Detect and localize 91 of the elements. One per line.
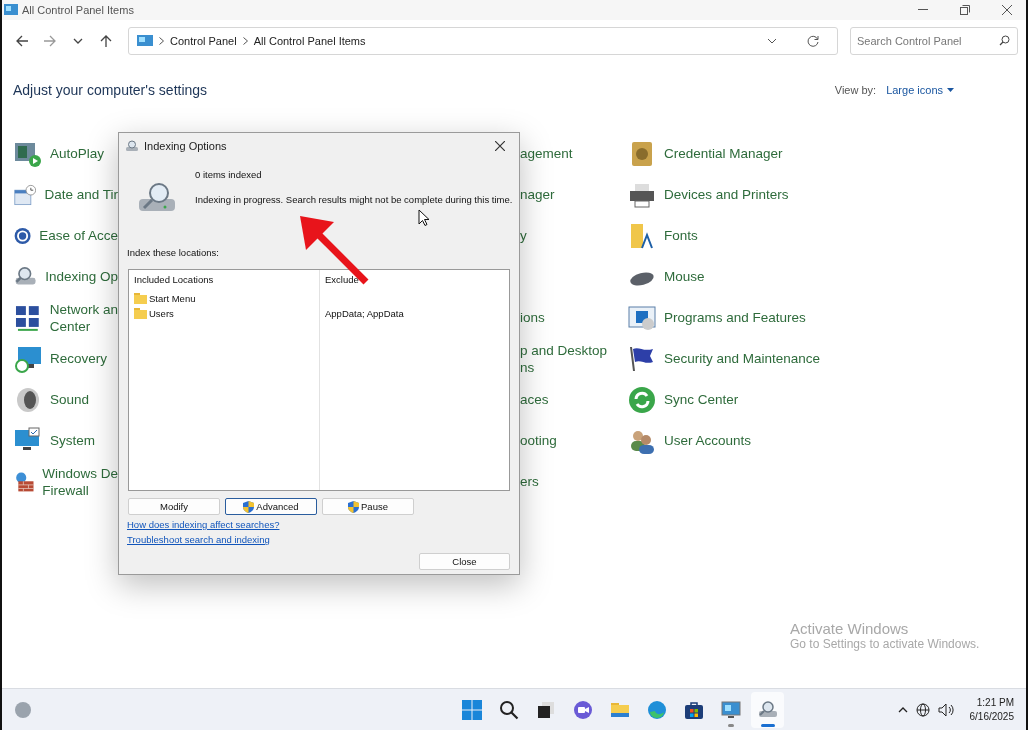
folder-icon	[134, 307, 147, 319]
control-panel-icon	[137, 34, 153, 48]
control-panel-item[interactable]: ooting	[520, 432, 557, 449]
chevron-down-icon	[767, 38, 777, 44]
control-panel-item[interactable]: System	[50, 432, 95, 449]
control-panel-item[interactable]: Mouse	[664, 268, 705, 285]
dialog-button[interactable]: Pause	[322, 498, 414, 515]
control-panel-item[interactable]: Devices and Printers	[664, 186, 789, 203]
dialog-button[interactable]: Advanced	[225, 498, 317, 515]
caret-icon	[947, 88, 954, 92]
chevron-right-icon	[159, 37, 164, 45]
view-by-dropdown[interactable]: Large icons	[886, 84, 954, 96]
locations-label: Index these locations:	[127, 247, 220, 258]
chat-icon	[572, 699, 593, 720]
indexing-status: Indexing in progress. Search results might not be complete during this time.	[195, 194, 513, 205]
address-bar[interactable]: Control Panel All Control Panel Items	[128, 27, 838, 55]
control-panel-icon	[4, 3, 18, 17]
drive-search-icon	[125, 140, 139, 152]
clock-date: 6/16/2025	[969, 709, 1014, 724]
control-panel-item[interactable]: Sync Center	[664, 391, 739, 408]
control-panel-item[interactable]: Security and Maintenance	[664, 350, 821, 367]
refresh-icon	[807, 35, 819, 47]
shield-icon	[243, 500, 255, 513]
close-dialog-button[interactable]: Close	[419, 553, 510, 570]
activation-title: Activate Windows	[790, 620, 910, 637]
control-panel-item[interactable]: Windows De Firewall	[42, 464, 118, 499]
chevron-down-icon	[73, 38, 83, 44]
programs-icon	[628, 303, 656, 332]
folder-icon	[134, 292, 147, 304]
clock[interactable]: 1:21 PM 6/16/2025	[969, 695, 1014, 724]
control-panel-item[interactable]: ers	[520, 473, 539, 490]
excluded-folders: AppData; AppData	[325, 306, 405, 320]
control-panel-item[interactable]: Indexing Op	[45, 268, 118, 285]
breadcrumb[interactable]: All Control Panel Items	[253, 35, 366, 47]
back-arrow-icon	[16, 35, 28, 47]
sync-icon	[628, 385, 656, 414]
control-panel-item[interactable]: Recovery	[50, 350, 108, 367]
control-panel-item[interactable]: Network an Center	[49, 300, 118, 335]
view-by-label: View by:	[834, 84, 877, 96]
control-panel-item[interactable]: User Accounts	[664, 432, 752, 449]
activation-message: Go to Settings to activate Windows.	[790, 637, 980, 651]
network-icon	[14, 303, 42, 332]
help-link[interactable]: How does indexing affect searches?	[127, 519, 280, 530]
dialog-title: Indexing Options	[144, 140, 228, 152]
windows-start-icon	[461, 699, 482, 720]
control-panel-item[interactable]: nager	[520, 186, 555, 203]
dialog-button[interactable]: Modify	[128, 498, 220, 515]
volume-icon	[937, 702, 954, 717]
task-view-icon	[535, 699, 556, 720]
search-icon	[999, 35, 1010, 46]
page-heading: Adjust your computer's settings	[13, 82, 209, 98]
shield-icon	[348, 500, 360, 513]
close-icon	[1002, 5, 1012, 15]
control-panel-item[interactable]: Programs and Features	[664, 309, 806, 326]
browser-icon	[646, 699, 667, 720]
control-panel-item[interactable]: y	[520, 227, 527, 244]
close-icon	[495, 141, 505, 151]
control-panel-item[interactable]: Sound	[50, 391, 90, 408]
chevron-right-icon	[242, 37, 248, 45]
column-header[interactable]: Exclude	[325, 274, 504, 288]
control-panel-item[interactable]: p and Desktop ns	[520, 341, 608, 376]
control-panel-item[interactable]: ions	[520, 309, 545, 326]
globe-icon	[915, 702, 930, 717]
recovery-icon	[14, 344, 42, 373]
control-panel-item[interactable]: Credential Manager	[664, 145, 783, 162]
indexed-count: 0 items indexed	[195, 169, 263, 180]
control-panel-icon	[720, 699, 741, 720]
flag-icon	[628, 344, 656, 373]
breadcrumb[interactable]: Control Panel	[170, 35, 237, 47]
forward-arrow-icon	[44, 35, 56, 47]
store-icon	[683, 699, 704, 720]
help-link[interactable]: Troubleshoot search and indexing	[127, 534, 270, 545]
restore-icon	[960, 5, 970, 15]
window-title: All Control Panel Items	[22, 4, 135, 16]
search-field[interactable]: Search Control Panel	[850, 27, 1018, 55]
chevron-up-icon	[897, 706, 908, 713]
location-name[interactable]: Users	[149, 306, 174, 320]
control-panel-item[interactable]: Ease of Acce	[39, 227, 118, 244]
control-panel-item[interactable]: aces	[520, 391, 549, 408]
control-panel-item[interactable]: Date and Tir	[44, 186, 118, 203]
location-name[interactable]: Start Menu	[149, 291, 196, 305]
minimize-icon	[918, 9, 928, 11]
search-icon	[498, 699, 519, 720]
column-header[interactable]: Included Locations	[134, 274, 314, 288]
fonts-folder-icon	[628, 221, 656, 250]
drive-search-icon	[757, 699, 778, 720]
up-arrow-icon	[100, 35, 112, 47]
control-panel-item[interactable]: Fonts	[664, 227, 698, 244]
control-panel-item[interactable]: agement	[520, 145, 573, 162]
control-panel-item[interactable]: AutoPlay	[50, 145, 105, 162]
clock-time: 1:21 PM	[976, 695, 1014, 710]
